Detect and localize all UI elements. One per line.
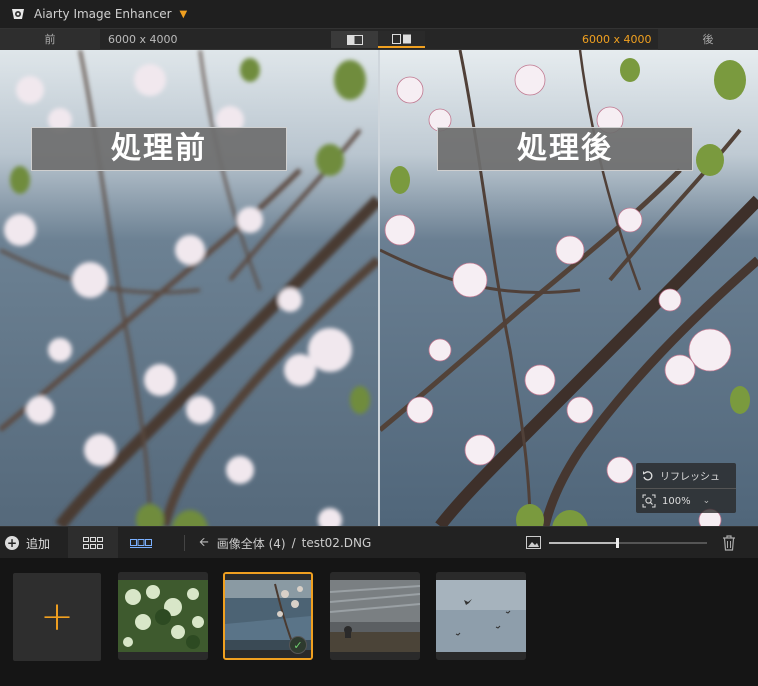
bottom-toolbar: + 追加 🡨 画像全体 (4) / test02.DNG [0,526,758,559]
refresh-icon [643,470,653,480]
add-image-tile[interactable]: + [13,573,101,661]
slider-thumb[interactable] [616,538,619,548]
grid-view-icon [83,537,103,549]
refresh-button[interactable]: リフレッシュ [636,463,736,488]
title-bar: Aiarty Image Enhancer ▼ [0,0,758,28]
thumbnail-size-slider[interactable] [549,538,707,548]
breadcrumb-file: test02.DNG [301,536,372,550]
after-image [380,50,758,526]
thumbnail-strip: + ✓ [0,558,758,686]
app-logo-icon [12,9,24,19]
chevron-down-icon: ⌄ [702,496,711,506]
trash-icon[interactable] [722,535,736,551]
before-dimensions: 6000 x 4000 [108,33,178,46]
before-overlay-label: 処理前 [31,127,287,171]
zoom-dropdown[interactable]: 100% ⌄ [636,488,736,513]
add-label: 追加 [26,536,51,551]
refresh-label: リフレッシュ [660,472,720,483]
slider-fill [549,542,617,544]
side-by-side-view-button[interactable] [378,31,425,48]
single-view-button[interactable] [331,31,378,48]
add-button[interactable]: + 追加 [5,533,50,553]
grid-view-tab[interactable] [68,527,118,559]
compare-header: 前 6000 x 4000 6000 x 4000 後 [0,28,758,50]
after-overlay-label: 処理後 [437,127,693,171]
preview-controls: リフレッシュ 100% ⌄ [636,463,736,513]
thumbnail-stone-riverbank[interactable] [330,572,420,660]
add-circle-icon: + [5,536,19,550]
zoom-icon [642,494,656,508]
breadcrumb: 🡨 画像全体 (4) / test02.DNG [199,527,371,559]
toolbar-divider [184,535,185,551]
before-image [0,50,378,526]
strip-view-icon [130,539,152,548]
thumbnail-river-blossom[interactable]: ✓ [223,572,313,660]
app-title: Aiarty Image Enhancer [34,7,172,21]
before-label: 前 [0,29,100,50]
thumbnail-green-foliage[interactable] [118,572,208,660]
image-preview[interactable]: 処理前 処理後 リフレッシュ 100% ⌄ [0,50,758,526]
after-dimensions: 6000 x 4000 [582,33,652,46]
selected-check-icon: ✓ [289,636,307,654]
thumbnail-birds-sky[interactable] [436,572,526,660]
single-view-icon [346,34,363,45]
image-size-icon [526,536,541,549]
back-arrow-icon[interactable]: 🡨 [199,533,209,554]
app-menu-chevron-icon[interactable]: ▼ [180,9,188,20]
view-mode-toggle [331,31,425,48]
breadcrumb-root[interactable]: 画像全体 (4) [217,535,286,552]
zoom-level: 100% [662,495,691,507]
strip-view-tab[interactable] [120,527,162,559]
after-label: 後 [658,29,758,50]
breadcrumb-separator: / [291,536,296,550]
plus-icon: + [40,594,74,640]
side-by-side-view-icon [391,33,411,44]
